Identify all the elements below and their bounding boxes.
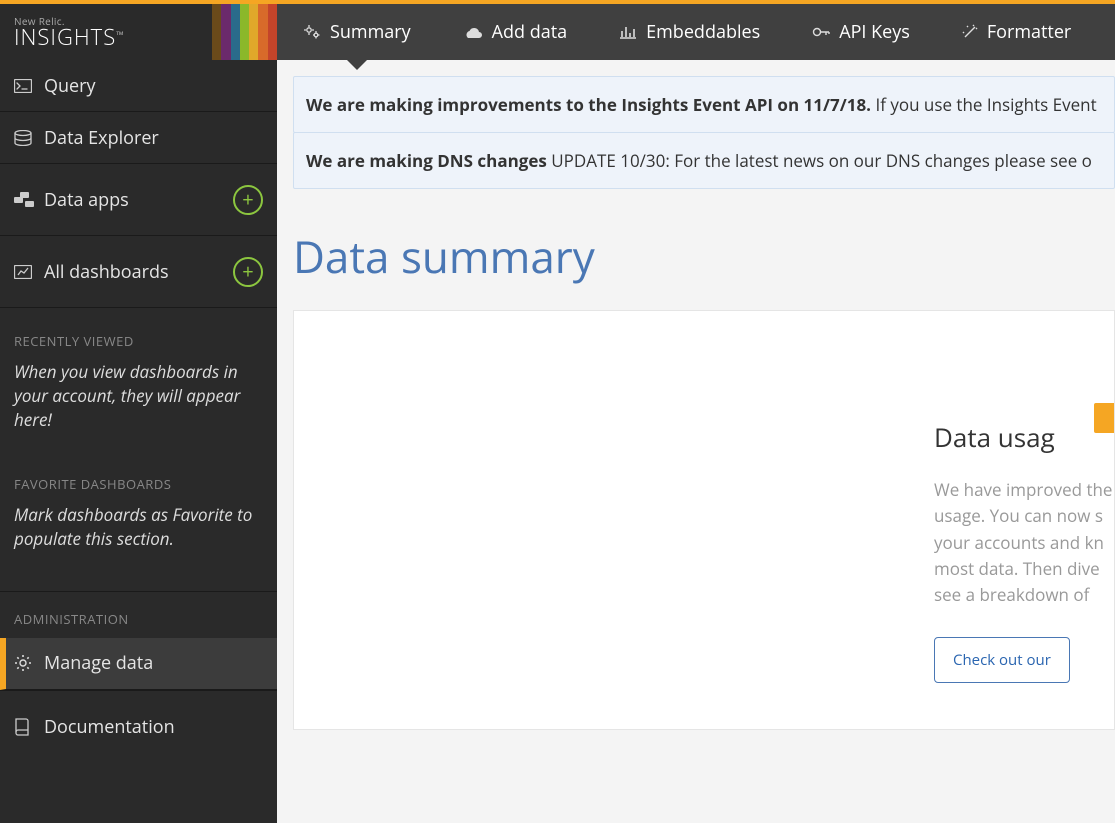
check-out-button[interactable]: Check out our — [934, 637, 1070, 683]
favorites-text: Mark dashboards as Favorite to populate … — [0, 503, 277, 591]
top-tabs: Summary Add data Embeddables API Keys Fo… — [277, 4, 1115, 60]
tab-api-keys[interactable]: API Keys — [786, 4, 936, 60]
database-icon — [14, 130, 36, 146]
gear-icon — [14, 654, 36, 672]
tab-add-data[interactable]: Add data — [437, 4, 594, 60]
top-accent-bar — [0, 0, 1115, 4]
cloud-upload-icon — [463, 25, 483, 39]
dashboard-icon — [14, 265, 36, 279]
gears-icon — [303, 24, 321, 40]
recently-text: When you view dashboards in your account… — [0, 360, 277, 451]
sidebar-label: Data Explorer — [44, 126, 159, 150]
add-dashboard-button[interactable]: + — [233, 257, 263, 287]
sidebar: New Relic. INSIGHTS™ Query Data Explorer… — [0, 4, 277, 823]
tab-label: API Keys — [839, 20, 910, 44]
recently-header: RECENTLY VIEWED — [0, 308, 277, 360]
sidebar-label: All dashboards — [44, 260, 169, 284]
brand-big: INSIGHTS — [14, 22, 116, 52]
wand-icon — [962, 24, 978, 40]
apps-icon — [14, 192, 36, 208]
sidebar-label: Query — [44, 74, 96, 98]
terminal-icon — [14, 79, 36, 93]
chart-icon — [619, 25, 637, 39]
page-title: Data summary — [293, 226, 1115, 286]
tab-label: Embeddables — [646, 20, 760, 44]
tab-label: Summary — [330, 20, 411, 44]
sidebar-item-query[interactable]: Query — [0, 60, 277, 112]
alert-dns[interactable]: We are making DNS changes UPDATE 10/30: … — [293, 132, 1115, 189]
tab-label: Formatter — [987, 20, 1071, 44]
main-content: We are making improvements to the Insigh… — [277, 60, 1115, 823]
tab-summary[interactable]: Summary — [277, 4, 437, 60]
key-icon — [812, 25, 830, 39]
sidebar-label: Manage data — [44, 651, 153, 675]
sidebar-item-docs[interactable]: Documentation — [0, 701, 277, 753]
alert-event-api[interactable]: We are making improvements to the Insigh… — [293, 76, 1115, 133]
favorites-header: FAVORITE DASHBOARDS — [0, 451, 277, 503]
book-icon — [14, 718, 36, 736]
alert-bold: We are making improvements to the Insigh… — [306, 93, 871, 116]
alert-text: If you use the Insights Event — [871, 93, 1097, 116]
rainbow-decoration — [212, 4, 277, 60]
tab-formatter[interactable]: Formatter — [936, 4, 1097, 60]
sidebar-label: Documentation — [44, 715, 175, 739]
alert-text: UPDATE 10/30: For the latest news on our… — [547, 149, 1092, 172]
sidebar-item-manage-data[interactable]: Manage data — [0, 638, 277, 690]
sidebar-item-apps[interactable]: Data apps + — [0, 164, 277, 236]
tab-label: Add data — [492, 20, 568, 44]
card-title: Data usag — [934, 419, 1074, 455]
admin-header: ADMINISTRATION — [0, 592, 277, 638]
tab-embeddables[interactable]: Embeddables — [593, 4, 786, 60]
card-body: We have improved the usage. You can now … — [934, 477, 1074, 609]
alert-bold: We are making DNS changes — [306, 149, 547, 172]
data-usage-card: Data usag We have improved the usage. Yo… — [293, 310, 1115, 730]
sidebar-label: Data apps — [44, 188, 129, 212]
brand-logo[interactable]: New Relic. INSIGHTS™ — [0, 4, 277, 60]
add-app-button[interactable]: + — [233, 185, 263, 215]
card-accent — [1094, 403, 1114, 433]
sidebar-item-dashboards[interactable]: All dashboards + — [0, 236, 277, 308]
sidebar-item-explorer[interactable]: Data Explorer — [0, 112, 277, 164]
